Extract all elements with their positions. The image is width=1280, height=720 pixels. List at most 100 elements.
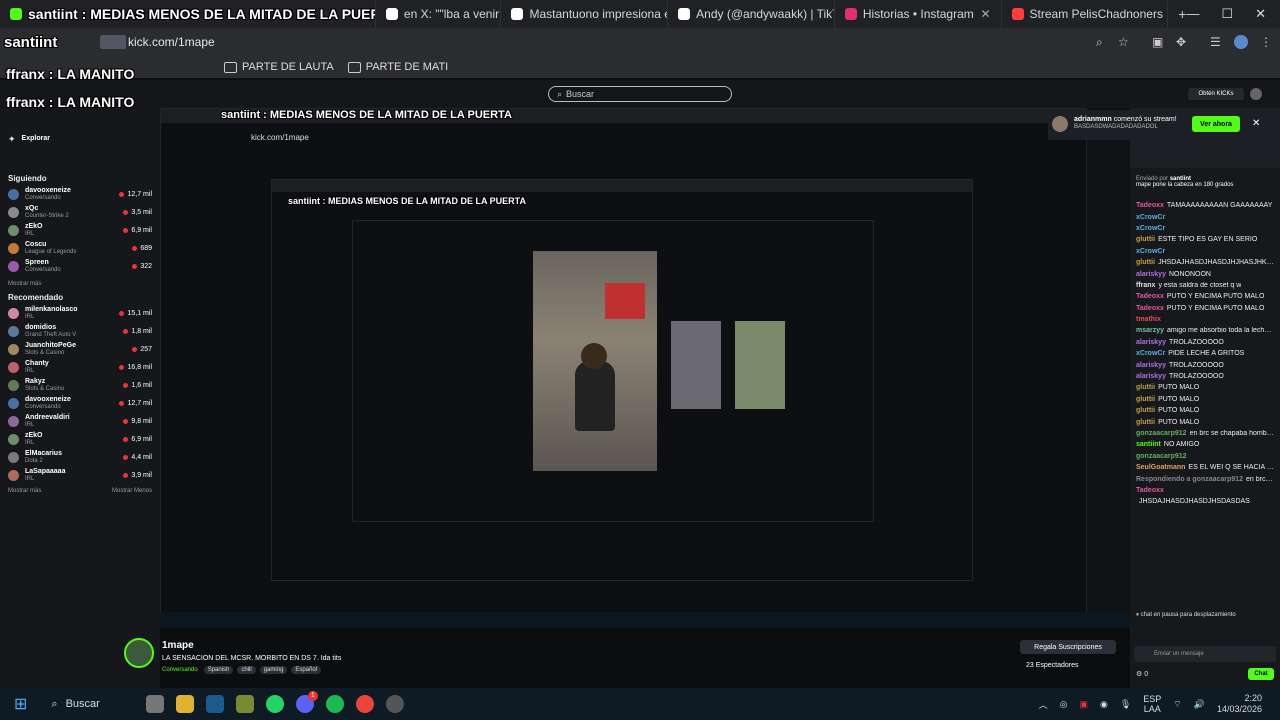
bookmark-folder-lauta[interactable]: PARTE DE LAUTA <box>224 61 334 73</box>
chat-username[interactable]: gluttii <box>1136 236 1155 243</box>
file-explorer-icon[interactable] <box>175 695 194 713</box>
bookmark-star-icon[interactable]: ☆ <box>1118 35 1129 49</box>
chat-username[interactable]: Tadeoxx <box>1136 202 1164 209</box>
reading-list-icon[interactable]: ☰ <box>1210 35 1221 49</box>
chat-username[interactable]: xCrowCr <box>1136 225 1165 232</box>
close-window-icon[interactable]: ✕ <box>1255 6 1266 22</box>
chat-username[interactable]: gluttii <box>1136 384 1155 391</box>
sidebar-channel[interactable]: JuanchitoPeGe Slots & Casino 257 <box>0 340 160 358</box>
chat-username[interactable]: gluttii <box>1136 419 1155 426</box>
stream-category[interactable]: Conversando <box>162 667 198 673</box>
tray-icon[interactable]: ◉ <box>1100 699 1108 710</box>
tag-chill[interactable]: chill <box>237 666 256 674</box>
chat-username[interactable]: gluttii <box>1136 396 1155 403</box>
chat-username[interactable]: xCrowCr <box>1136 214 1165 221</box>
show-more-bottom-link[interactable]: Mostrar más <box>8 488 41 494</box>
widget-icon[interactable] <box>145 695 164 713</box>
minimize-icon[interactable]: — <box>1186 6 1199 22</box>
show-more-link[interactable]: Mostrar más <box>8 281 152 287</box>
watch-now-button[interactable]: Ver ahora <box>1192 116 1240 132</box>
close-tab-icon[interactable]: ✕ <box>980 7 990 21</box>
chat-username[interactable]: SeulGoatmann <box>1136 464 1185 471</box>
chat-username[interactable]: msarzyy <box>1136 327 1164 334</box>
sidebar-channel[interactable]: Andreevaldiri IRL 9,8 mil <box>0 412 160 430</box>
maximize-icon[interactable]: ☐ <box>1221 6 1233 22</box>
sidebar-channel[interactable]: domidios Grand Theft Auto V 1,8 mil <box>0 322 160 340</box>
chat-username[interactable]: xCrowCr <box>1136 248 1165 255</box>
get-kicks-button[interactable]: Obtén KICKs <box>1188 88 1244 100</box>
browser-tab[interactable]: Historias • Instagram ✕ <box>835 0 1002 28</box>
clock[interactable]: 2:20 14/03/2026 <box>1217 693 1262 715</box>
sidebar-channel[interactable]: Rakyz Slots & Casino 1,6 mil <box>0 376 160 394</box>
sidebar-channel[interactable]: milenkanolasco IRL 15,1 mil <box>0 304 160 322</box>
close-icon[interactable]: ✕ <box>1252 118 1260 129</box>
chat-input[interactable]: Enviar un mensaje <box>1134 646 1276 662</box>
browser-tab[interactable]: Andy (@andywaakk) | TikTok✕ <box>668 0 835 28</box>
chat-username[interactable]: Respondiendo a gonzaacarp912 <box>1136 476 1243 483</box>
url-field[interactable]: kick.com/1mape <box>128 35 215 49</box>
sidebar-channel[interactable]: LaSapaaaaa IRL 3,9 mil <box>0 466 160 484</box>
extensions-icon[interactable]: ▣ <box>1152 35 1163 49</box>
sidebar-channel[interactable]: Coscu League of Legends 689 <box>0 239 160 257</box>
tray-app-icon[interactable]: ◎ <box>1060 699 1068 710</box>
windows-start-icon[interactable]: ⊞ <box>14 694 27 714</box>
profile-avatar[interactable] <box>1234 35 1248 49</box>
tray-red-icon[interactable]: ▣ <box>1079 699 1088 710</box>
user-avatar[interactable] <box>1250 88 1262 100</box>
recorder-icon[interactable] <box>385 695 404 713</box>
puzzle-icon[interactable]: ✥ <box>1176 35 1186 49</box>
spotify-icon[interactable] <box>325 695 344 713</box>
volume-icon[interactable]: 🔊 <box>1194 699 1205 710</box>
chat-username[interactable]: tmathix <box>1136 316 1161 323</box>
menu-icon[interactable]: ⋮ <box>1260 35 1272 49</box>
browser-tab[interactable]: Stream PelisChadnoners music✕ <box>1002 0 1169 28</box>
tag-spanish[interactable]: Spanish <box>203 666 234 674</box>
sidebar-channel[interactable]: davooxeneize Conversando 12,7 mil <box>0 394 160 412</box>
tag-espanol[interactable]: Español <box>291 666 322 674</box>
whatsapp-icon[interactable] <box>265 695 284 713</box>
zoom-icon[interactable]: ⌕ <box>1096 35 1103 50</box>
streamer-avatar[interactable] <box>124 638 154 668</box>
sidebar-channel[interactable]: ElMacarius Dota 2 4,4 mil <box>0 448 160 466</box>
discord-icon[interactable]: 1 <box>295 691 318 713</box>
chat-username[interactable]: Tadeoxx <box>1136 487 1164 494</box>
chat-username[interactable]: xCrowCr <box>1136 350 1165 357</box>
chevron-up-icon[interactable]: ︿ <box>1039 698 1048 711</box>
steam-icon[interactable] <box>205 695 224 713</box>
chat-username[interactable]: gluttii <box>1136 407 1155 414</box>
sidebar-channel[interactable]: xQc Counter-Strike 2 3,5 mil <box>0 203 160 221</box>
sidebar-channel[interactable]: zEkO IRL 6,9 mil <box>0 221 160 239</box>
tag-gaming[interactable]: gaming <box>259 666 288 674</box>
chat-username[interactable]: alariskyy <box>1136 271 1166 278</box>
taskbar-search[interactable]: ⌕ Buscar <box>51 698 99 711</box>
sidebar-channel[interactable]: Chanty IRL 16,8 mil <box>0 358 160 376</box>
mic-icon[interactable]: 🎙 <box>1120 699 1131 710</box>
chrome-icon[interactable] <box>355 695 374 713</box>
chat-username[interactable]: gonzaacarp912 <box>1136 430 1187 437</box>
chat-username[interactable]: santiint <box>1136 441 1161 448</box>
language-indicator[interactable]: ESP LAA <box>1143 694 1161 714</box>
app-icon[interactable] <box>235 695 254 713</box>
show-less-link[interactable]: Mostrar Menos <box>112 488 152 494</box>
chat-username[interactable]: ffranx <box>1136 282 1155 289</box>
gift-subs-button[interactable]: Regala Suscripciones <box>1020 640 1116 654</box>
sidebar-explore[interactable]: ✦ Explorar <box>0 130 160 148</box>
browser-tab[interactable]: en X: ""lba a venir en✕ <box>376 0 502 28</box>
search-input[interactable]: ⌕ Buscar <box>548 86 732 102</box>
chat-username[interactable]: alariskyy <box>1136 373 1166 380</box>
sidebar-channel[interactable]: davooxeneize Conversando 12,7 mil <box>0 185 160 203</box>
wifi-icon[interactable]: ⌔ <box>1173 699 1181 710</box>
chat-username[interactable]: gonzaacarp912 <box>1136 453 1187 460</box>
sidebar-channel[interactable]: zEkO IRL 6,9 mil <box>0 430 160 448</box>
chat-username[interactable]: gluttii <box>1136 259 1155 266</box>
chat-username[interactable]: Tadeoxx <box>1136 293 1164 300</box>
video-player[interactable]: santiint : MEDIAS MENOS DE LA MITAD DE L… <box>160 108 1130 628</box>
chat-send-button[interactable]: Chat <box>1248 668 1274 680</box>
streamer-name[interactable]: 1mape <box>162 640 194 651</box>
browser-tab[interactable]: Mastantuono impresiona en el✕ <box>501 0 669 28</box>
chat-username[interactable]: alariskyy <box>1136 339 1166 346</box>
bookmark-folder-mati[interactable]: PARTE DE MATI <box>347 61 448 73</box>
new-tab-icon[interactable]: + <box>1178 6 1186 22</box>
chat-username[interactable]: Tadeoxx <box>1136 305 1164 312</box>
chat-username[interactable]: alariskyy <box>1136 362 1166 369</box>
